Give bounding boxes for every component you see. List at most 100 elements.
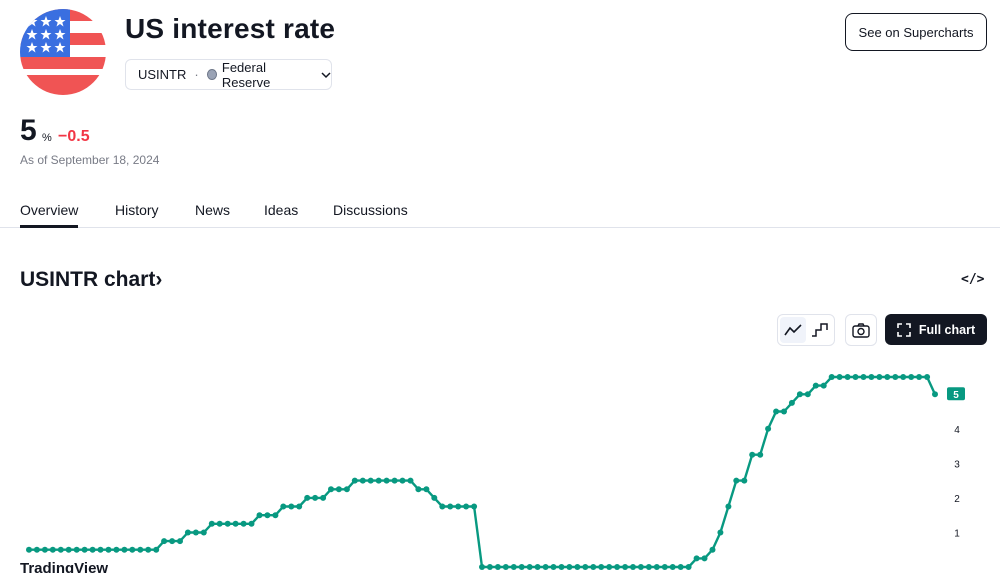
data-point [860,374,867,380]
see-on-supercharts-button[interactable]: See on Supercharts [845,13,987,51]
data-point [33,546,40,553]
data-point [892,374,899,380]
data-point [26,546,32,553]
full-chart-button[interactable]: Full chart [885,314,987,345]
data-point [630,564,636,570]
data-point [351,477,358,484]
data-point [137,546,144,553]
snapshot-button[interactable] [845,314,877,346]
data-point [685,564,692,570]
tab-news[interactable]: News [195,202,230,218]
data-point [296,503,303,510]
tab-discussions[interactable]: Discussions [333,202,408,218]
tab-bar: Overview History News Ideas Discussions [0,196,1000,228]
data-point [343,486,350,493]
data-point [447,503,454,510]
data-point [288,503,295,510]
data-point [121,546,128,553]
data-point [184,529,191,536]
data-point [828,374,835,380]
data-point [502,564,509,570]
data-point [757,451,764,458]
data-point [399,477,406,484]
chevron-down-icon [321,67,331,82]
data-point [383,477,390,484]
data-point [574,564,581,570]
data-point [41,546,48,553]
data-point [749,451,756,458]
data-point [606,564,613,570]
data-point [105,546,112,553]
interest-rate-line-chart[interactable]: 1 2 3 4 5 [0,350,1000,573]
data-point [113,546,120,553]
data-point [145,546,152,553]
data-point [622,564,629,570]
data-point [796,391,803,398]
data-point [240,520,247,527]
data-point [65,546,72,553]
data-point [900,374,907,380]
data-point [129,546,136,553]
data-point [280,503,287,510]
data-point [49,546,56,553]
data-point [359,477,366,484]
fullscreen-icon [897,322,911,337]
tab-ideas[interactable]: Ideas [264,202,298,218]
data-point [884,374,891,380]
us-flag-avatar [20,9,106,95]
value-unit: % [42,132,52,144]
data-point [367,477,374,484]
data-point [701,555,708,562]
data-point [534,564,541,570]
data-point [852,374,859,380]
data-point [932,391,938,398]
data-point [804,391,811,398]
tab-overview[interactable]: Overview [20,202,79,228]
data-point [439,503,446,510]
data-point [57,546,64,553]
data-point [494,564,501,570]
data-point [924,374,931,380]
y-tick-label: 1 [954,529,960,540]
data-point [526,564,533,570]
data-point [375,477,382,484]
data-point [542,564,549,570]
data-point [248,520,255,527]
data-point [391,477,398,484]
data-point [486,564,493,570]
line-chart-style-button[interactable] [780,317,806,343]
data-point [415,486,422,493]
data-point [916,374,923,380]
data-point [89,546,96,553]
data-point [232,520,239,527]
data-point [836,374,843,380]
symbol-source-selector[interactable]: USINTR · Federal Reserve [125,59,332,90]
data-point [582,564,589,570]
data-point [645,564,652,570]
embed-code-button[interactable]: </> [961,272,984,287]
data-point [335,486,342,493]
chart-section-title-link[interactable]: USINTR chart› [20,268,162,292]
data-point [304,494,311,501]
data-point [820,382,827,389]
y-tick-label: 2 [954,494,960,505]
data-point [550,564,557,570]
federal-reserve-seal-icon [206,69,217,80]
data-point [844,374,851,380]
data-point [725,503,732,510]
data-point [614,564,621,570]
data-point [192,529,199,536]
step-chart-style-button[interactable] [807,317,833,343]
data-point [773,408,780,415]
value-change: −0.5 [58,128,90,145]
full-chart-label: Full chart [918,322,976,337]
data-point [812,382,819,389]
data-point [566,564,573,570]
tradingview-watermark: TradingView [20,560,109,573]
last-value-label: 5 [953,390,959,401]
data-point [669,564,676,570]
tab-history[interactable]: History [115,202,159,218]
data-point [407,477,414,484]
data-point [224,520,231,527]
data-point [73,546,80,553]
